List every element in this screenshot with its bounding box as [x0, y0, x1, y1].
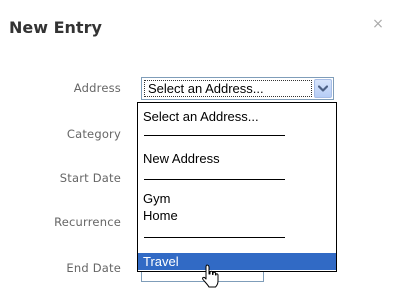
- address-dropdown-list[interactable]: Select an Address... New Address Gym Hom…: [137, 102, 337, 272]
- recurrence-label: Recurrence: [54, 215, 121, 229]
- pointer-cursor-icon: [202, 264, 219, 288]
- category-label: Category: [66, 127, 121, 141]
- option-home[interactable]: Home: [138, 209, 336, 223]
- option-travel[interactable]: Travel: [138, 253, 336, 270]
- start-date-label: Start Date: [59, 171, 121, 185]
- address-select-toggle[interactable]: [314, 79, 332, 98]
- address-label: Address: [73, 81, 121, 95]
- new-entry-dialog: New Entry × Address Category Start Date …: [0, 0, 406, 293]
- option-separator: [144, 237, 285, 238]
- end-date-label: End Date: [66, 261, 121, 275]
- address-select-value: Select an Address...: [144, 80, 312, 97]
- close-icon[interactable]: ×: [371, 16, 385, 32]
- address-select[interactable]: Select an Address...: [141, 77, 334, 100]
- option-separator: [144, 179, 285, 180]
- option-new-address[interactable]: New Address: [138, 150, 336, 167]
- dialog-title: New Entry: [9, 18, 102, 37]
- option-gym[interactable]: Gym: [138, 192, 336, 206]
- option-separator: [144, 135, 285, 136]
- chevron-down-icon: [318, 85, 328, 92]
- option-select-an-address[interactable]: Select an Address...: [138, 108, 336, 125]
